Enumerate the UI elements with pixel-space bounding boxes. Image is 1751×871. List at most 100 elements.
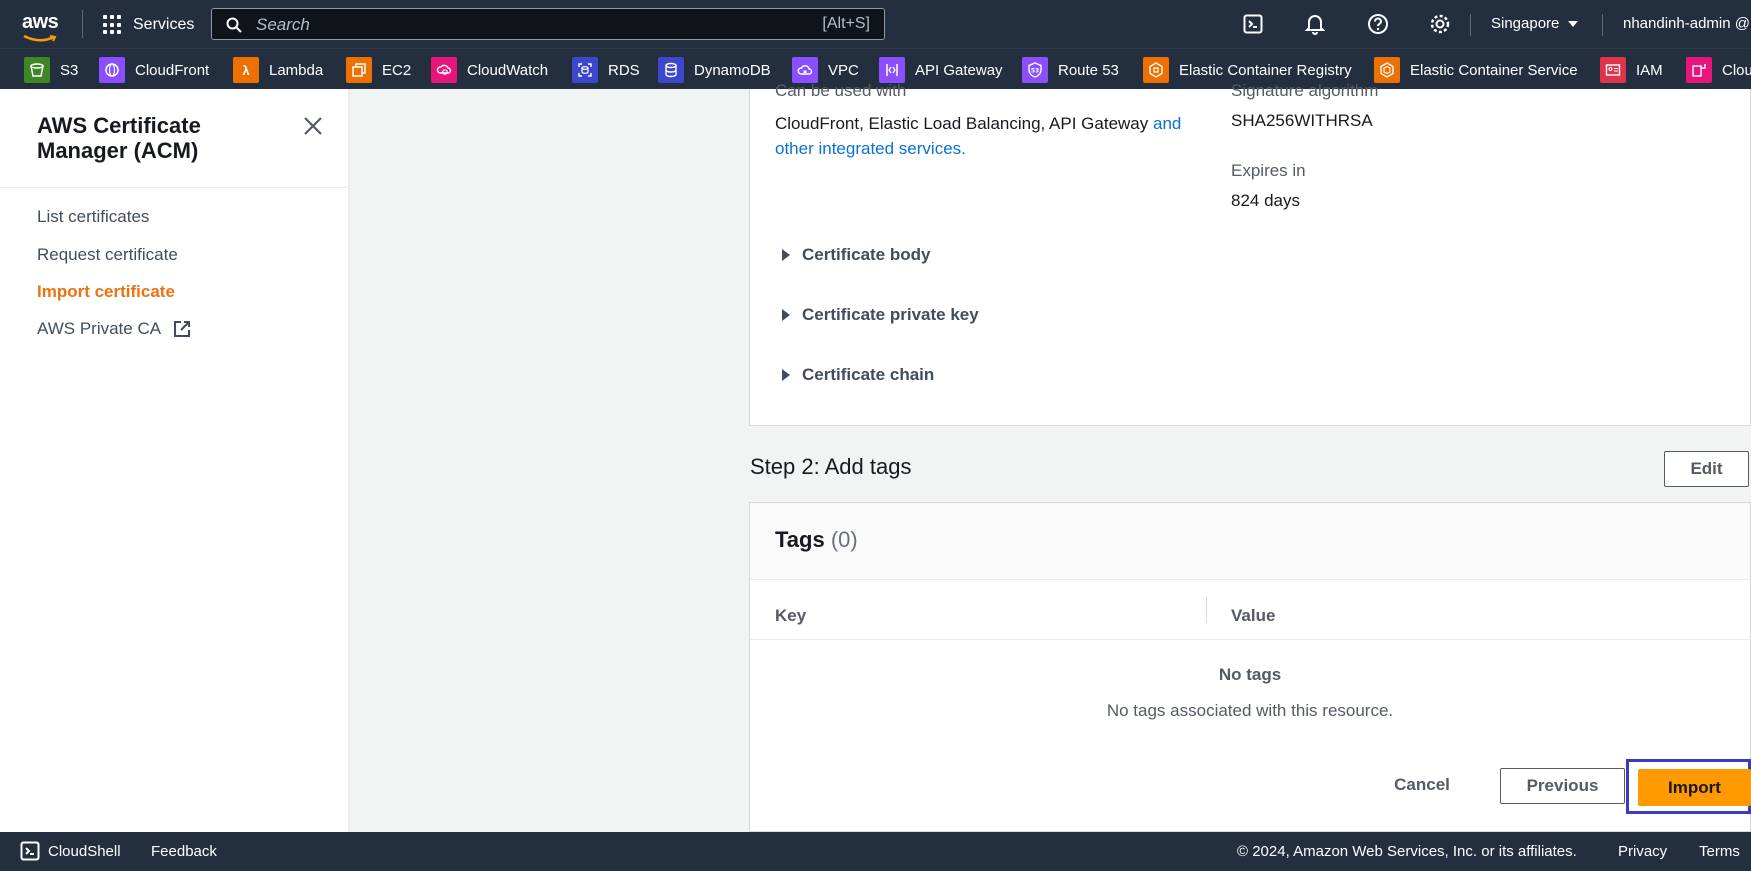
services-label: Services [133,16,195,33]
caret-right-icon [782,249,790,261]
favorite-label: DynamoDB [694,61,771,79]
svg-text:53: 53 [1031,68,1039,75]
favorite-iam[interactable]: IAM [1600,57,1663,83]
favorite-label: Route 53 [1058,61,1119,79]
side-navigation: AWS Certificate Manager (ACM) List certi… [0,89,350,832]
cloudshell-button[interactable]: CloudShell [20,841,121,861]
cloudshell-icon[interactable] [1241,12,1265,36]
services-menu-button[interactable]: Services [103,12,194,38]
tags-count: (0) [830,527,858,552]
certificate-details-card: Can be used with CloudFront, Elastic Loa… [749,81,1751,426]
integrations-text: CloudFront, Elastic Load Balancing, API … [775,114,1149,133]
column-divider [1206,597,1207,623]
caret-right-icon [782,369,790,381]
nav-divider [1602,14,1603,36]
grid-icon [103,15,123,35]
sidebar-item-label: Import certificate [37,282,175,301]
sidebar-item-label: Request certificate [37,245,178,264]
certificate-private-key-expander[interactable]: Certificate private key [782,305,979,325]
search-shortcut: [Alt+S] [822,15,870,32]
search-input[interactable] [254,9,778,41]
globe-icon [99,57,125,83]
favorite-vpc[interactable]: VPC [792,57,859,83]
expires-in-value: 824 days [1231,191,1300,210]
table-divider [750,639,1750,640]
sidebar-item-list-certificates[interactable]: List certificates [37,207,149,227]
import-button[interactable]: Import [1638,769,1751,806]
close-icon[interactable] [300,113,326,139]
favorite-label: RDS [608,61,640,79]
expander-label: Certificate chain [802,365,935,384]
container-registry-icon [1143,57,1169,83]
certificate-body-expander[interactable]: Certificate body [782,245,930,265]
sidebar-item-label: List certificates [37,207,150,226]
edit-tags-button[interactable]: Edit [1664,451,1749,487]
aws-logo[interactable]: aws [22,11,59,42]
favorite-api-gateway[interactable]: API Gateway [879,57,1003,83]
integrated-services-link[interactable]: other integrated services. [775,139,966,158]
cloudshell-label: CloudShell [48,842,121,860]
feedback-link[interactable]: Feedback [151,843,217,860]
route53-shield-icon: 53 [1022,57,1048,83]
favorite-dynamodb[interactable]: DynamoDB [658,57,771,83]
search-bar[interactable]: [Alt+S] [211,8,885,41]
footer: CloudShell Feedback © 2024, Amazon Web S… [0,832,1751,871]
favorite-label: EC2 [382,61,412,79]
top-navigation: aws Services [Alt+S] Singapore nhandinh-… [0,0,1751,48]
caret-right-icon [782,309,790,321]
column-header-value: Value [1231,606,1276,625]
cancel-button[interactable]: Cancel [1374,767,1470,803]
terms-link[interactable]: Terms [1699,843,1740,860]
bell-icon[interactable] [1303,12,1327,36]
favorite-s3[interactable]: S3 [24,57,78,83]
empty-state-description: No tags associated with this resource. [1106,701,1394,720]
empty-state-title: No tags [1218,665,1282,684]
sidenav-title[interactable]: AWS Certificate Manager (ACM) [37,113,267,163]
step-2-title: Step 2: Add tags [750,454,912,479]
favorite-ec2[interactable]: EC2 [346,57,411,83]
region-label: Singapore [1491,15,1560,32]
cloudshell-icon [20,841,40,861]
favorite-truncated[interactable]: Clou [1686,57,1751,83]
privacy-link[interactable]: Privacy [1618,843,1667,860]
import-button-focus-ring: Import [1626,759,1751,814]
nav-divider [82,10,83,38]
sidebar-item-import-certificate[interactable]: Import certificate [37,282,175,302]
region-selector[interactable]: Singapore [1491,15,1579,32]
favorite-cloudwatch[interactable]: CloudWatch [431,57,548,83]
favorite-route-53[interactable]: 53 Route 53 [1022,57,1119,83]
sidebar-item-aws-private-ca[interactable]: AWS Private CA [37,319,191,339]
gear-icon[interactable] [1428,12,1452,36]
favorite-label: IAM [1636,61,1663,79]
expires-in-label: Expires in [1231,161,1306,180]
sidebar-item-label: AWS Private CA [37,319,162,338]
main-content: Can be used with CloudFront, Elastic Loa… [350,81,1751,832]
favorite-ecr[interactable]: Elastic Container Registry [1143,57,1352,83]
cloudwatch-icon [431,57,457,83]
vpc-cloud-lock-icon [792,57,818,83]
caret-down-icon [1568,20,1579,27]
database-icon [658,57,684,83]
favorite-label: Elastic Container Registry [1179,61,1352,79]
certificate-chain-expander[interactable]: Certificate chain [782,365,934,385]
tags-title-text: Tags [775,527,825,552]
help-icon[interactable] [1366,12,1390,36]
s3-bucket-icon [24,57,50,83]
integrated-services-link[interactable]: and [1153,114,1181,133]
signature-algorithm-label: Signature algorithm [1231,81,1379,100]
favorite-label: S3 [60,61,79,79]
favorite-rds[interactable]: RDS [572,57,640,83]
can-be-used-value: CloudFront, Elastic Load Balancing, API … [775,111,1215,161]
sidebar-item-request-certificate[interactable]: Request certificate [37,245,178,265]
ec2-instances-icon [346,57,372,83]
favorite-label: API Gateway [915,61,1003,79]
favorite-label: Elastic Container Service [1410,61,1578,79]
container-service-icon [1374,57,1400,83]
favorite-lambda[interactable]: λ Lambda [233,57,323,83]
favorite-ecs[interactable]: Elastic Container Service [1374,57,1578,83]
favorite-cloudfront[interactable]: CloudFront [99,57,209,83]
account-menu[interactable]: nhandinh-admin @ [1623,15,1750,32]
search-icon [226,17,242,33]
previous-button[interactable]: Previous [1500,768,1625,804]
favorite-label: Lambda [269,61,324,79]
